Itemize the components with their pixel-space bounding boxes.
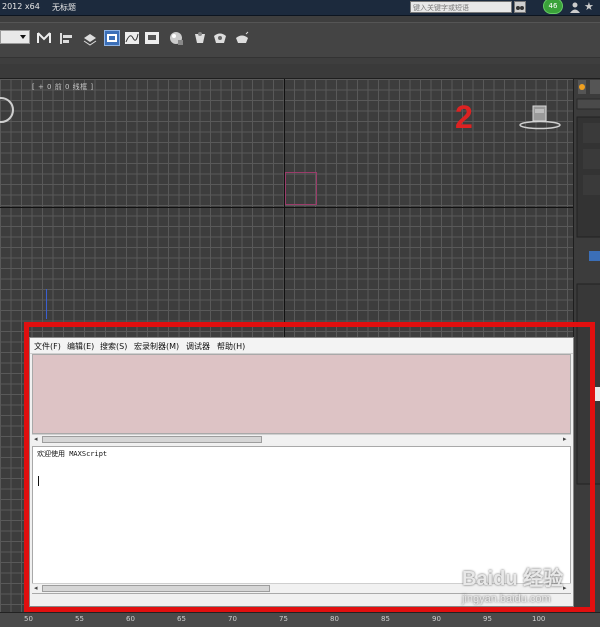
selection-filter-dropdown[interactable] [0, 30, 30, 44]
rendered-frame-icon[interactable] [212, 30, 228, 46]
step-annotation: 2 [455, 99, 473, 135]
material-editor-icon[interactable] [168, 30, 184, 46]
chevron-down-icon [20, 35, 26, 39]
search-button[interactable] [514, 1, 526, 13]
document-title: 无标题 [52, 3, 76, 12]
ruler-tick: 75 [279, 615, 288, 623]
horizontal-axis-line [0, 207, 573, 208]
ruler-tick: 60 [126, 615, 135, 623]
baidu-watermark: Baidu 经验 jingyan.baidu.com [462, 562, 563, 605]
ruler-tick: 100 [532, 615, 546, 623]
z-axis-indicator [46, 289, 47, 319]
ruler-tick: 70 [228, 615, 237, 623]
ruler-tick: 85 [381, 615, 390, 623]
render-setup-icon[interactable] [192, 30, 208, 46]
binoculars-icon [516, 6, 524, 10]
ruler-tick: 80 [330, 615, 339, 623]
star-icon[interactable]: ★ [584, 0, 594, 13]
app-version: 2012 x64 [2, 2, 40, 11]
ruler-tick: 90 [432, 615, 441, 623]
watermark-logo: Baidu 经验 [462, 568, 564, 590]
command-strip [0, 64, 600, 79]
user-icon[interactable] [569, 1, 581, 13]
ruler-tick: 65 [177, 615, 186, 623]
viewport-label[interactable]: [ + 0 前 0 线框 ] [32, 82, 94, 92]
mirror-tool-icon[interactable] [36, 30, 52, 46]
layer-manager-icon[interactable] [82, 30, 98, 46]
curve-editor-icon[interactable] [124, 30, 140, 46]
ruler-tick: 50 [24, 615, 33, 623]
title-bar: 2012 x64 无标题 键入关键字或短语 46 ★ [0, 0, 600, 16]
subscription-badge[interactable]: 46 [543, 0, 563, 14]
watermark-url: jingyan.baidu.com [462, 593, 551, 605]
ruler-tick: 95 [483, 615, 492, 623]
search-input[interactable]: 键入关键字或短语 [410, 1, 512, 13]
render-production-icon[interactable] [234, 30, 250, 46]
time-ruler[interactable]: 50 55 60 65 70 75 80 85 90 95 100 [0, 612, 600, 627]
align-tool-icon[interactable] [58, 30, 74, 46]
steering-wheel-icon[interactable] [0, 97, 14, 123]
ruler-tick: 55 [75, 615, 84, 623]
viewcube-icon[interactable] [518, 103, 562, 131]
selected-object-outline[interactable] [285, 172, 317, 205]
graphite-tools-icon[interactable] [104, 30, 120, 46]
schematic-view-icon[interactable] [144, 30, 160, 46]
